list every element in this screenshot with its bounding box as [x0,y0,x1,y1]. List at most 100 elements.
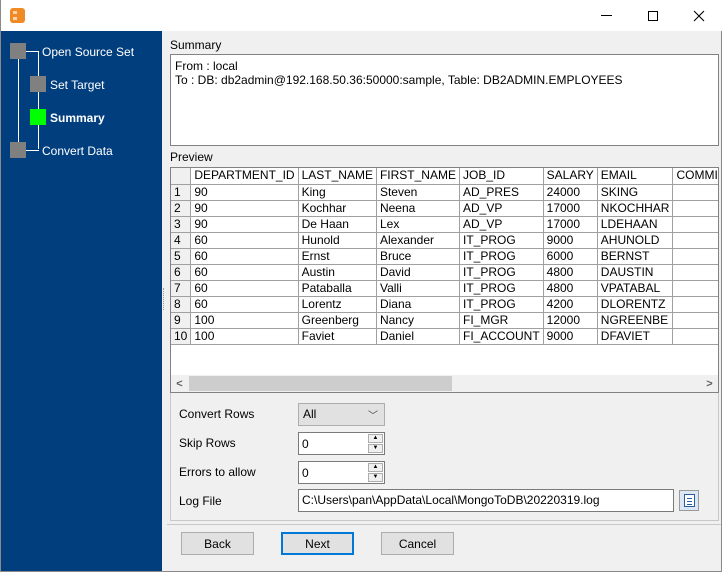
table-cell[interactable]: Bruce [376,248,460,265]
column-header[interactable]: COMMIS [672,168,718,185]
table-row[interactable]: 2 90 Kochhar Neena AD_VP 17000 NKOCHHAR [171,200,718,217]
table-cell[interactable]: AD_PRES [459,184,544,201]
preview-grid[interactable]: DEPARTMENT_ID LAST_NAME FIRST_NAME JOB_I… [170,167,719,393]
table-cell[interactable]: Diana [376,296,460,313]
column-header[interactable]: JOB_ID [459,168,544,185]
table-cell[interactable]: LDEHAAN [597,216,674,233]
table-cell[interactable]: Lorentz [298,296,377,313]
table-cell[interactable]: Lex [376,216,460,233]
log-file-input[interactable]: C:\Users\pan\AppData\Local\MongoToDB\202… [298,489,674,512]
table-row[interactable]: 5 60 Ernst Bruce IT_PROG 6000 BERNST [171,248,718,265]
table-cell[interactable]: Ernst [298,248,377,265]
table-cell[interactable]: Hunold [298,232,377,249]
horizontal-scrollbar[interactable]: < > [171,375,718,392]
table-cell[interactable]: 60 [190,280,299,297]
table-cell[interactable]: 90 [190,216,299,233]
table-cell[interactable]: Austin [298,264,377,281]
table-cell[interactable]: Pataballa [298,280,377,297]
table-row[interactable]: 6 60 Austin David IT_PROG 4800 DAUSTIN [171,264,718,281]
row-number[interactable]: 1 [171,184,192,201]
errors-to-allow-input[interactable]: 0 [302,466,309,480]
table-row[interactable]: 4 60 Hunold Alexander IT_PROG 9000 AHUNOLD [171,232,718,249]
table-cell[interactable]: 9000 [543,232,598,249]
table-cell[interactable]: SKING [597,184,674,201]
table-cell[interactable]: 4200 [543,296,598,313]
table-cell[interactable]: 100 [190,328,299,345]
table-cell[interactable] [672,296,718,313]
table-cell[interactable]: VPATABAL [597,280,674,297]
table-cell[interactable]: Neena [376,200,460,217]
table-cell[interactable]: 17000 [543,200,598,217]
step-set-target[interactable]: Set Target [50,78,104,92]
row-number[interactable]: 10 [171,328,192,345]
table-cell[interactable] [672,280,718,297]
table-cell[interactable]: 60 [190,296,299,313]
table-cell[interactable]: Steven [376,184,460,201]
table-cell[interactable]: King [298,184,377,201]
table-cell[interactable]: DFAVIET [597,328,674,345]
maximize-button[interactable] [630,0,676,31]
column-header[interactable]: FIRST_NAME [376,168,460,185]
table-cell[interactable]: DAUSTIN [597,264,674,281]
skip-rows-stepper[interactable]: 0 ▲ ▼ [298,432,385,455]
summary-textbox[interactable]: From : local To : DB: db2admin@192.168.5… [170,54,719,146]
table-row[interactable]: 7 60 Pataballa Valli IT_PROG 4800 VPATABAL [171,280,718,297]
column-header[interactable]: DEPARTMENT_ID [190,168,299,185]
next-button[interactable]: Next [281,532,354,555]
table-row[interactable]: 3 90 De Haan Lex AD_VP 17000 LDEHAAN [171,216,718,233]
table-cell[interactable]: 4800 [543,280,598,297]
table-cell[interactable]: 60 [190,264,299,281]
table-cell[interactable]: NGREENBE [597,312,674,329]
convert-rows-select[interactable]: All ﹀ [298,403,385,426]
table-cell[interactable]: 4800 [543,264,598,281]
table-cell[interactable]: Daniel [376,328,460,345]
cancel-button[interactable]: Cancel [381,532,454,555]
table-cell[interactable] [672,216,718,233]
table-cell[interactable]: NKOCHHAR [597,200,674,217]
table-cell[interactable]: Nancy [376,312,460,329]
column-header[interactable]: EMAIL [597,168,674,185]
column-header[interactable]: SALARY [543,168,598,185]
back-button[interactable]: Back [181,532,254,555]
table-cell[interactable]: AD_VP [459,216,544,233]
row-number[interactable]: 7 [171,280,192,297]
step-convert-data[interactable]: Convert Data [42,144,113,158]
browse-log-file-button[interactable] [679,490,699,511]
corner-cell[interactable] [171,168,192,185]
row-number[interactable]: 4 [171,232,192,249]
row-number[interactable]: 8 [171,296,192,313]
table-cell[interactable]: 100 [190,312,299,329]
minimize-button[interactable] [583,0,629,31]
errors-to-allow-stepper[interactable]: 0 ▲ ▼ [298,461,385,484]
table-cell[interactable]: David [376,264,460,281]
table-cell[interactable]: 6000 [543,248,598,265]
table-cell[interactable] [672,184,718,201]
table-cell[interactable]: AD_VP [459,200,544,217]
row-number[interactable]: 3 [171,216,192,233]
scroll-thumb[interactable] [189,376,452,391]
splitter-handle[interactable] [163,288,165,310]
table-cell[interactable]: 17000 [543,216,598,233]
table-cell[interactable]: Greenberg [298,312,377,329]
errors-down-button[interactable]: ▼ [368,473,383,482]
errors-up-button[interactable]: ▲ [368,463,383,472]
table-cell[interactable]: 12000 [543,312,598,329]
table-cell[interactable] [672,264,718,281]
table-cell[interactable]: 24000 [543,184,598,201]
column-header[interactable]: LAST_NAME [298,168,377,185]
row-number[interactable]: 9 [171,312,192,329]
table-cell[interactable]: 90 [190,200,299,217]
row-number[interactable]: 2 [171,200,192,217]
row-number[interactable]: 5 [171,248,192,265]
table-cell[interactable]: FI_ACCOUNT [459,328,544,345]
table-row[interactable]: 10 100 Faviet Daniel FI_ACCOUNT 9000 DFAVIET [171,328,718,345]
table-cell[interactable]: Kochhar [298,200,377,217]
table-cell[interactable] [672,232,718,249]
skip-rows-down-button[interactable]: ▼ [368,444,383,453]
scroll-right-button[interactable]: > [701,375,718,392]
table-cell[interactable]: Valli [376,280,460,297]
table-cell[interactable]: 60 [190,232,299,249]
table-cell[interactable]: IT_PROG [459,296,544,313]
table-cell[interactable]: Faviet [298,328,377,345]
table-row[interactable]: 9 100 Greenberg Nancy FI_MGR 12000 NGREENBE [171,312,718,329]
